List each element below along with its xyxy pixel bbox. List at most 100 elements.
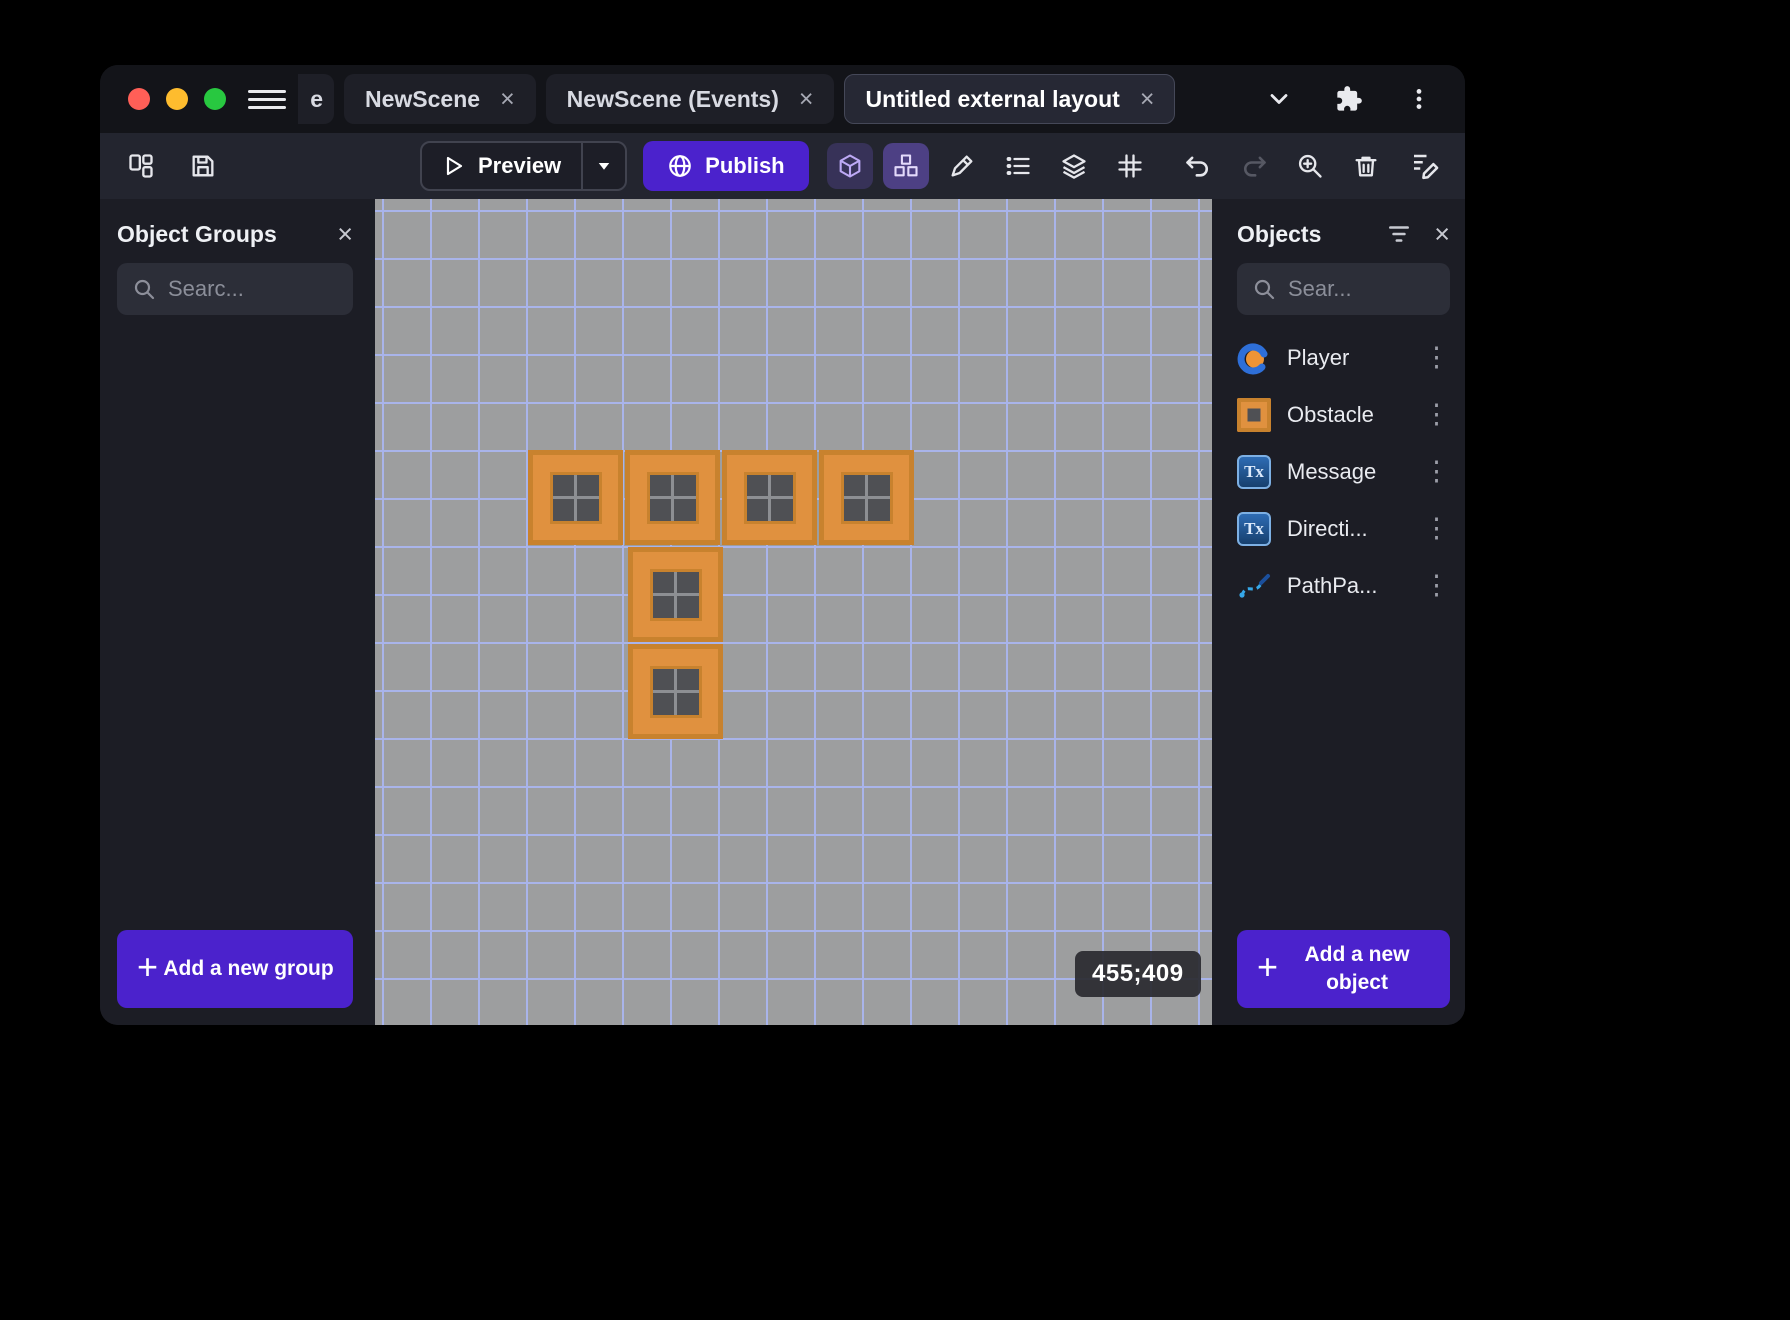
object-menu-icon[interactable] [1423, 515, 1450, 542]
crate-instance[interactable] [625, 450, 720, 545]
add-object-label: Add a new object [1304, 942, 1410, 994]
main-menu-button[interactable] [248, 84, 286, 114]
tab-newscene[interactable]: NewScene [344, 74, 536, 124]
tabbar-actions [1259, 79, 1465, 119]
zoom-button[interactable] [1287, 143, 1333, 189]
obstacle-crate-icon [1237, 397, 1271, 432]
window-menu-button[interactable] [1399, 79, 1439, 119]
object-menu-icon[interactable] [1423, 458, 1450, 485]
redo-button[interactable] [1231, 143, 1277, 189]
tab-clipped[interactable]: e [298, 74, 334, 124]
tab-close-icon[interactable] [500, 87, 515, 112]
instances-tool-button[interactable] [882, 143, 929, 189]
layers-button[interactable] [1051, 143, 1097, 189]
object-item-player[interactable]: Player [1237, 329, 1450, 386]
3d-box-tool-button[interactable] [826, 143, 873, 189]
object-item-directions[interactable]: Directi... [1237, 500, 1450, 557]
minimize-window-button[interactable] [166, 88, 188, 110]
delete-button[interactable] [1343, 143, 1389, 189]
object-groups-title: Object Groups [117, 220, 277, 247]
undo-icon [1185, 156, 1208, 177]
scene-canvas[interactable]: 455;409 [375, 199, 1212, 1025]
tab-close-icon[interactable] [1140, 87, 1155, 112]
tab-strip: e NewScene NewScene (Events) Untitled ex… [298, 65, 1176, 133]
tab-newscene-events[interactable]: NewScene (Events) [545, 74, 835, 124]
extensions-button[interactable] [1329, 79, 1369, 119]
redo-icon [1243, 156, 1266, 177]
layout-grid-icon [129, 154, 153, 178]
close-panel-icon[interactable] [1434, 221, 1450, 248]
object-menu-icon[interactable] [1423, 344, 1450, 371]
text-object-icon [1237, 454, 1271, 489]
tab-close-icon[interactable] [799, 87, 814, 112]
edit-tool-button[interactable] [939, 143, 985, 189]
object-menu-icon[interactable] [1423, 572, 1450, 599]
object-item-obstacle[interactable]: Obstacle [1237, 386, 1450, 443]
object-menu-icon[interactable] [1423, 401, 1450, 428]
objects-header: Objects [1237, 205, 1450, 263]
add-group-button[interactable]: Add a new group [117, 930, 353, 1008]
grid-button[interactable] [1107, 143, 1153, 189]
crate-instance[interactable] [722, 450, 817, 545]
preview-options-button[interactable] [583, 143, 625, 189]
zoom-in-icon [1298, 154, 1322, 178]
crate-layer [375, 199, 1212, 1025]
object-groups-search [117, 263, 353, 315]
objects-list: Player Obstacle Message [1237, 329, 1450, 614]
preview-label: Preview [478, 153, 562, 178]
box-3d-icon [839, 154, 861, 178]
publish-label: Publish [705, 153, 785, 178]
plus-icon [1257, 946, 1278, 988]
tab-label: Untitled external layout [865, 85, 1120, 112]
search-icon [134, 279, 155, 300]
publish-button[interactable]: Publish [643, 141, 809, 191]
zoom-window-button[interactable] [204, 88, 226, 110]
add-object-button[interactable]: Add a new object [1237, 930, 1450, 1008]
close-panel-icon[interactable] [337, 221, 353, 248]
save-button[interactable] [180, 143, 226, 189]
pencil-icon [951, 155, 973, 177]
crate-instance[interactable] [628, 547, 723, 642]
window-controls [128, 88, 226, 110]
object-label: Message [1287, 458, 1377, 484]
close-window-button[interactable] [128, 88, 150, 110]
layers-icon [1061, 154, 1086, 179]
history-tools [1175, 143, 1389, 189]
crate-core [652, 571, 699, 618]
instances-list-button[interactable] [995, 143, 1041, 189]
trash-icon [1355, 156, 1377, 177]
path-icon [1237, 569, 1271, 603]
cursor-coordinates-badge: 455;409 [1075, 951, 1201, 997]
plus-icon [137, 946, 158, 988]
objects-search [1237, 263, 1450, 315]
crate-instance[interactable] [819, 450, 914, 545]
crate-core [843, 474, 890, 521]
main-area: Object Groups Add a new group 455;409 [100, 199, 1465, 1025]
cubes-icon [894, 154, 918, 177]
objects-panel: Objects Player [1212, 199, 1465, 1025]
crate-instance[interactable] [528, 450, 623, 545]
toolbar: Preview Publish [100, 133, 1465, 199]
preview-button[interactable]: Preview [422, 143, 581, 189]
panel-spacer [117, 315, 353, 930]
search-icon [1254, 279, 1275, 300]
project-manager-button[interactable] [118, 143, 164, 189]
object-item-message[interactable]: Message [1237, 443, 1450, 500]
crate-instance[interactable] [628, 644, 723, 739]
object-groups-panel: Object Groups Add a new group [100, 199, 375, 1025]
search-input[interactable] [168, 276, 338, 302]
object-item-path[interactable]: PathPa... [1237, 557, 1450, 614]
app-window: e NewScene NewScene (Events) Untitled ex… [100, 65, 1465, 1025]
edit-note-icon [1414, 154, 1439, 180]
search-input[interactable] [1288, 276, 1435, 302]
player-sprite-icon [1237, 341, 1271, 375]
add-group-label: Add a new group [163, 956, 334, 980]
filter-objects-button[interactable] [1386, 221, 1412, 247]
caret-down-icon [598, 163, 610, 170]
scene-properties-button[interactable] [1401, 143, 1447, 189]
undo-button[interactable] [1175, 143, 1221, 189]
toolbar-left [118, 143, 226, 189]
tab-untitled-external-layout[interactable]: Untitled external layout [844, 74, 1176, 124]
filter-icon [1389, 226, 1410, 242]
tabs-overflow-button[interactable] [1259, 79, 1299, 119]
